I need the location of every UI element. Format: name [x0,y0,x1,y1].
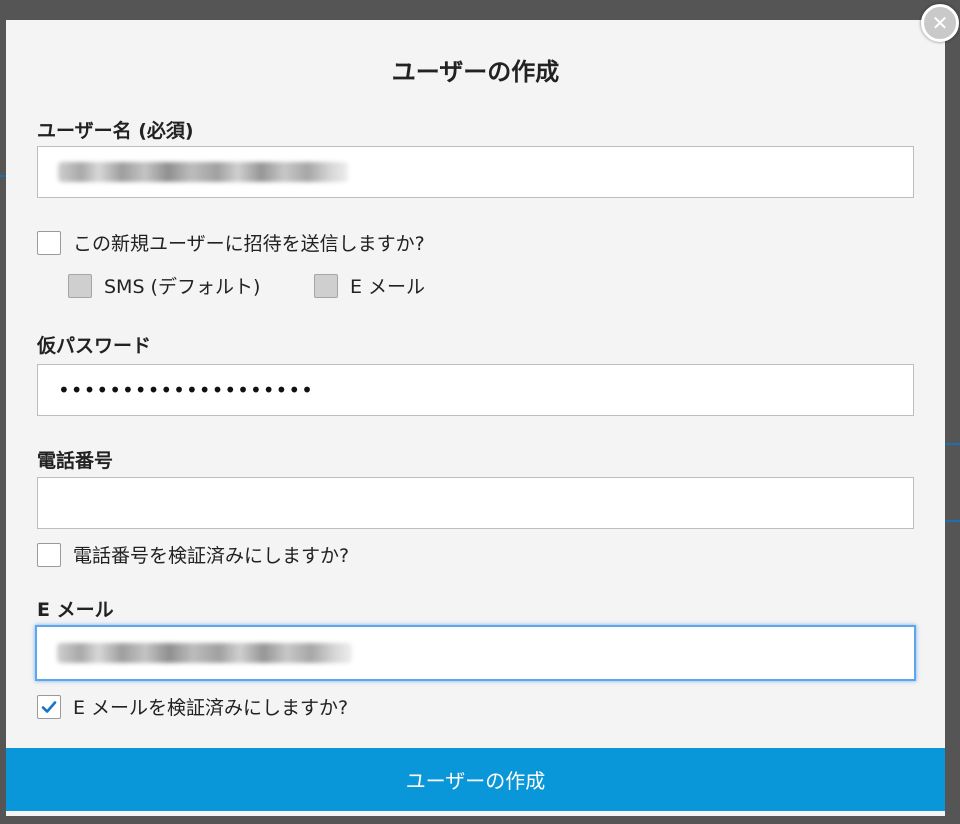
email-option-row[interactable]: E メール [314,272,425,299]
sms-label: SMS (デフォルト) [104,276,261,298]
sms-option-row[interactable]: SMS (デフォルト) [68,272,260,299]
phone-label: 電話番号 [37,450,114,472]
temp-password-input[interactable]: •••••••••••••••••••• [37,364,914,416]
email-verify-checkbox[interactable] [37,694,61,719]
background-line [945,520,960,522]
sms-checkbox[interactable] [68,273,92,298]
invite-checkbox-row[interactable]: この新規ユーザーに招待を送信しますか? [37,229,425,256]
phone-verify-row[interactable]: 電話番号を検証済みにしますか? [37,541,349,568]
email-verify-label: E メールを検証済みにしますか? [73,697,349,719]
username-input[interactable] [37,146,914,198]
checkmark-icon [41,700,57,713]
email-invite-label: E メール [350,276,426,298]
phone-verify-label: 電話番号を検証済みにしますか? [73,545,350,567]
invite-label: この新規ユーザーに招待を送信しますか? [73,233,425,255]
phone-verify-checkbox[interactable] [37,542,61,567]
create-user-button[interactable]: ユーザーの作成 [6,748,945,811]
redacted-email [57,643,352,663]
create-user-modal: ユーザーの作成 ユーザー名 (必須) この新規ユーザーに招待を送信しますか? S… [6,20,945,816]
email-input[interactable] [35,625,916,681]
email-label: E メール [37,599,114,621]
email-verify-row[interactable]: E メールを検証済みにしますか? [37,693,348,720]
close-button[interactable]: ✕ [921,4,959,42]
background-line [945,443,960,445]
temp-password-value: •••••••••••••••••••• [58,378,314,402]
username-label: ユーザー名 (必須) [37,120,194,142]
redacted-username [58,162,348,182]
modal-title: ユーザーの作成 [391,58,560,86]
email-invite-checkbox[interactable] [314,273,338,298]
close-icon: ✕ [931,11,949,35]
temp-password-label: 仮パスワード [37,335,152,357]
phone-input[interactable] [37,477,914,529]
invite-checkbox[interactable] [37,230,61,255]
